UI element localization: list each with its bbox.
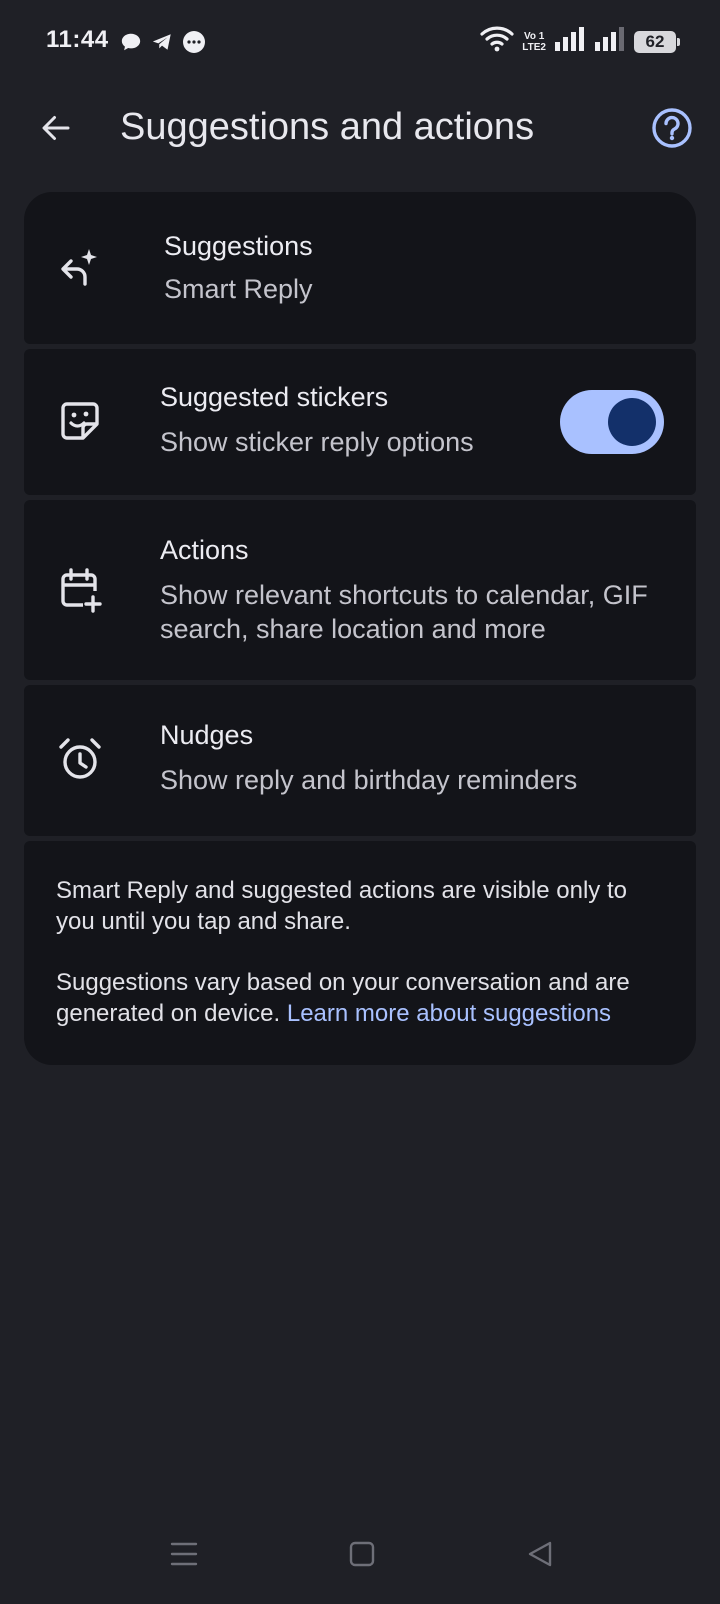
lte-label: LTE2	[522, 41, 546, 53]
home-button[interactable]	[338, 1530, 386, 1578]
setting-text: Nudges Show reply and birthday reminders	[160, 717, 656, 797]
status-bar: 11:44 Vo 1 LTE2 62	[0, 0, 720, 84]
info-card: Smart Reply and suggested actions are vi…	[24, 841, 696, 1065]
sticker-icon	[56, 397, 104, 445]
setting-subtitle: Show reply and birthday reminders	[160, 765, 578, 795]
info-paragraph: Suggestions vary based on your conversat…	[56, 967, 664, 1029]
telegram-icon	[150, 31, 174, 58]
setting-actions[interactable]: Actions Show relevant shortcuts to calen…	[24, 500, 696, 680]
battery-indicator: 62	[634, 30, 680, 53]
setting-title: Suggestions	[164, 231, 313, 261]
help-button[interactable]	[648, 104, 696, 152]
alarm-clock-icon	[56, 735, 104, 783]
system-nav-bar	[0, 1520, 720, 1604]
reply-sparkle-icon	[56, 244, 104, 292]
learn-more-link[interactable]: Learn more about suggestions	[287, 1000, 611, 1027]
setting-nudges[interactable]: Nudges Show reply and birthday reminders	[24, 685, 696, 836]
chat-bubble-icon	[120, 31, 142, 58]
setting-title: Actions	[160, 535, 249, 565]
setting-subtitle: Show relevant shortcuts to calendar, GIF…	[160, 580, 648, 644]
more-notifications-icon	[182, 30, 206, 59]
volte-label: Vo 1	[523, 30, 545, 42]
setting-text: Actions Show relevant shortcuts to calen…	[160, 532, 656, 646]
signal-sim2-icon	[594, 26, 626, 57]
setting-subtitle: Smart Reply	[164, 274, 313, 304]
setting-title: Nudges	[160, 720, 254, 750]
settings-list: Suggestions Smart Reply Suggested sticke…	[24, 192, 696, 1065]
info-paragraph: Smart Reply and suggested actions are vi…	[56, 877, 627, 935]
back-nav-button[interactable]	[516, 1530, 564, 1578]
help-icon	[652, 108, 692, 148]
status-right: Vo 1 LTE2 62	[480, 26, 680, 57]
menu-icon	[170, 1542, 198, 1566]
notification-icons	[120, 30, 206, 59]
status-time: 11:44	[46, 26, 109, 53]
volte-indicator: Vo 1 LTE2	[522, 31, 546, 53]
app-header: Suggestions and actions	[0, 84, 720, 184]
suggested-stickers-toggle[interactable]	[560, 390, 664, 454]
page-title: Suggestions and actions	[120, 106, 535, 148]
wifi-icon	[480, 26, 514, 57]
setting-suggested-stickers[interactable]: Suggested stickers Show sticker reply op…	[24, 349, 696, 495]
arrow-back-icon	[42, 116, 70, 140]
square-icon	[349, 1541, 375, 1567]
signal-sim1-icon	[554, 26, 586, 57]
back-button[interactable]	[32, 104, 80, 152]
setting-suggestions[interactable]: Suggestions Smart Reply	[24, 192, 696, 344]
setting-text: Suggestions Smart Reply	[164, 228, 656, 306]
triangle-back-icon	[528, 1541, 552, 1567]
toggle-knob	[608, 398, 656, 446]
recent-apps-button[interactable]	[160, 1530, 208, 1578]
calendar-add-icon	[56, 566, 104, 614]
